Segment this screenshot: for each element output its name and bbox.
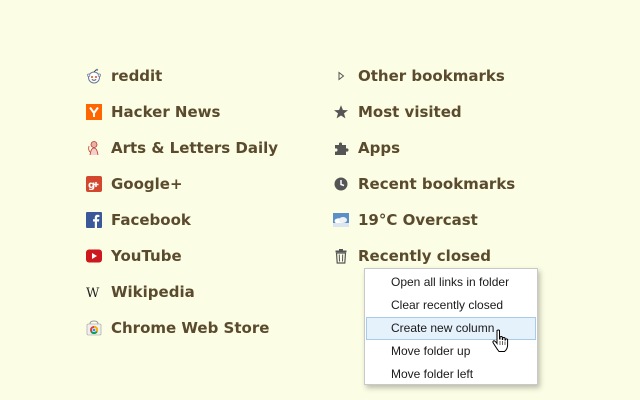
menu-item-clear-recently-closed[interactable]: Clear recently closed — [366, 294, 536, 317]
link-weather[interactable]: 19°C Overcast — [333, 202, 573, 238]
puzzle-icon — [333, 140, 349, 156]
link-hacker-news[interactable]: Hacker News — [86, 94, 326, 130]
facebook-icon — [86, 212, 102, 228]
link-label: Recently closed — [358, 247, 491, 265]
link-label: Chrome Web Store — [111, 319, 270, 337]
star-icon — [333, 104, 349, 120]
context-menu: Open all links in folder Clear recently … — [364, 268, 538, 385]
menu-item-move-folder-up[interactable]: Move folder up — [366, 340, 536, 363]
link-label: Other bookmarks — [358, 67, 505, 85]
link-youtube[interactable]: YouTube — [86, 238, 326, 274]
link-label: Most visited — [358, 103, 462, 121]
link-label: 19°C Overcast — [358, 211, 478, 229]
hacker-news-icon — [86, 104, 102, 120]
menu-item-open-all-links[interactable]: Open all links in folder — [366, 271, 536, 294]
link-other-bookmarks[interactable]: Other bookmarks — [333, 58, 573, 94]
link-label: Google+ — [111, 175, 183, 193]
clock-icon — [333, 176, 349, 192]
link-label: Apps — [358, 139, 401, 157]
link-label: Arts & Letters Daily — [111, 139, 279, 157]
youtube-icon — [86, 248, 102, 264]
link-recent-bookmarks[interactable]: Recent bookmarks — [333, 166, 573, 202]
left-bookmark-column: reddit Hacker News Arts & Letters Daily … — [86, 58, 326, 346]
link-label: Wikipedia — [111, 283, 195, 301]
link-google-plus[interactable]: g Google+ — [86, 166, 326, 202]
menu-item-create-new-column[interactable]: Create new column — [366, 317, 536, 340]
arts-letters-icon — [86, 140, 102, 156]
weather-icon — [333, 212, 349, 228]
link-label: Hacker News — [111, 103, 221, 121]
svg-text:g: g — [88, 180, 95, 191]
link-label: YouTube — [111, 247, 182, 265]
reddit-icon — [86, 68, 102, 84]
link-most-visited[interactable]: Most visited — [333, 94, 573, 130]
link-wikipedia[interactable]: W Wikipedia — [86, 274, 326, 310]
trash-icon — [333, 248, 349, 264]
link-label: Facebook — [111, 211, 191, 229]
link-arts-letters-daily[interactable]: Arts & Letters Daily — [86, 130, 326, 166]
right-bookmark-column: Other bookmarks Most visited Apps Recent… — [333, 58, 573, 274]
triangle-right-icon — [333, 68, 349, 84]
google-plus-icon: g — [86, 176, 102, 192]
svg-text:W: W — [86, 286, 100, 300]
link-apps[interactable]: Apps — [333, 130, 573, 166]
chrome-web-store-icon — [86, 320, 102, 336]
link-facebook[interactable]: Facebook — [86, 202, 326, 238]
link-label: Recent bookmarks — [358, 175, 516, 193]
link-reddit[interactable]: reddit — [86, 58, 326, 94]
wikipedia-icon: W — [86, 284, 102, 300]
menu-item-move-folder-left[interactable]: Move folder left — [366, 363, 536, 386]
link-label: reddit — [111, 67, 163, 85]
link-chrome-web-store[interactable]: Chrome Web Store — [86, 310, 326, 346]
